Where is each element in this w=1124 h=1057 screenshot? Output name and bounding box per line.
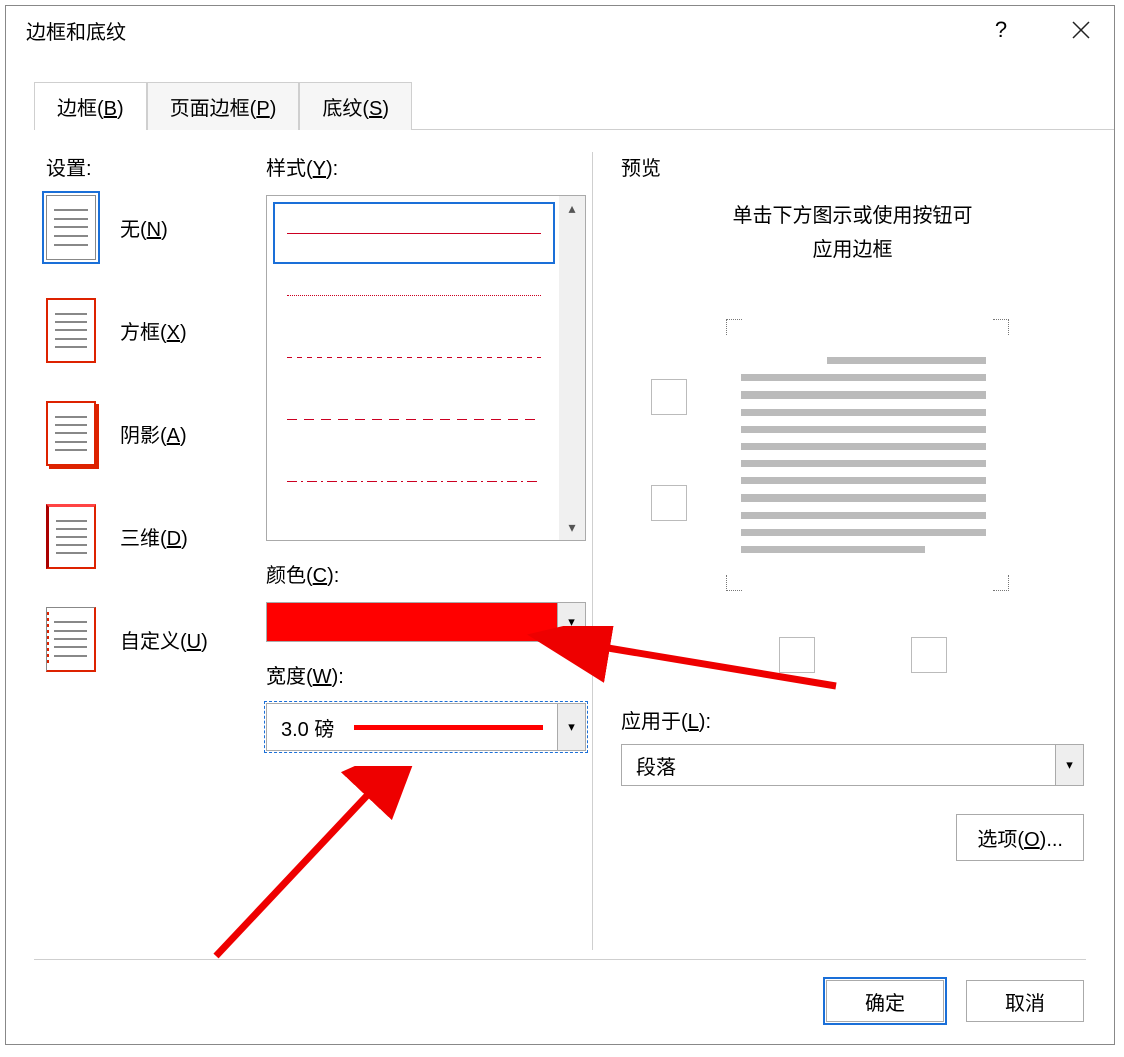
preview-paragraph (741, 335, 986, 575)
style-listbox[interactable]: ▴ ▾ (266, 195, 586, 541)
ok-button[interactable]: 确定 (826, 980, 944, 1022)
chevron-down-icon: ▾ (1055, 745, 1083, 785)
preview-label: 预览 (621, 152, 1084, 181)
scroll-up-icon: ▴ (568, 200, 575, 217)
setting-shadow-icon[interactable] (46, 401, 96, 466)
close-icon (1071, 20, 1091, 40)
tab-bar: 边框(B) 页面边框(P) 底纹(S) (34, 82, 1114, 130)
borders-shading-dialog: 边框和底纹 ? 边框(B) 页面边框(P) 底纹(S) 设置: 无(N) (5, 5, 1115, 1045)
style-dash-dot[interactable] (273, 450, 555, 512)
width-preview-line (354, 725, 543, 730)
setting-none-label: 无(N) (120, 213, 168, 242)
style-scrollbar[interactable]: ▴ ▾ (559, 196, 585, 540)
chevron-down-icon: ▾ (558, 703, 586, 751)
color-label: 颜色(C): (266, 559, 586, 588)
corner-marker-icon (993, 575, 1009, 591)
style-dash-medium[interactable] (273, 388, 555, 450)
setting-none-icon[interactable] (46, 195, 96, 260)
apply-to-dropdown[interactable]: 段落 ▾ (621, 744, 1084, 786)
border-top-button[interactable] (651, 379, 687, 415)
style-solid[interactable] (273, 202, 555, 264)
apply-to-label: 应用于(L): (621, 705, 1084, 734)
corner-marker-icon (726, 319, 742, 335)
setting-shadow-label: 阴影(A) (120, 419, 187, 448)
setting-box-icon[interactable] (46, 298, 96, 363)
titlebar: 边框和底纹 ? (6, 6, 1114, 54)
setting-custom-label: 自定义(U) (120, 625, 208, 654)
style-dotted[interactable] (273, 264, 555, 326)
corner-marker-icon (993, 319, 1009, 335)
color-swatch (267, 603, 557, 641)
divider (34, 959, 1086, 960)
close-button[interactable] (1058, 10, 1104, 50)
border-left-button[interactable] (779, 637, 815, 673)
border-bottom-button[interactable] (651, 485, 687, 521)
setting-box-label: 方框(X) (120, 316, 187, 345)
settings-label: 设置: (46, 152, 266, 181)
tab-border[interactable]: 边框(B) (34, 82, 147, 130)
cancel-button[interactable]: 取消 (966, 980, 1084, 1022)
width-dropdown[interactable]: 3.0 磅 ▾ (266, 703, 586, 751)
scroll-down-icon: ▾ (568, 519, 575, 536)
border-right-button[interactable] (911, 637, 947, 673)
dialog-title: 边框和底纹 (26, 16, 126, 45)
setting-3d-label: 三维(D) (120, 522, 188, 551)
style-label: 样式(Y): (266, 152, 586, 181)
help-button[interactable]: ? (978, 10, 1024, 50)
preview-hint: 单击下方图示或使用按钮可应用边框 (621, 199, 1084, 267)
options-button[interactable]: 选项(O)... (956, 814, 1084, 861)
style-dash-small[interactable] (273, 326, 555, 388)
tab-shading[interactable]: 底纹(S) (299, 82, 412, 130)
corner-marker-icon (726, 575, 742, 591)
apply-to-value: 段落 (622, 751, 1055, 780)
preview-area[interactable] (621, 317, 1084, 677)
setting-custom-icon[interactable] (46, 607, 96, 672)
width-value: 3.0 磅 (281, 713, 334, 742)
width-label: 宽度(W): (266, 660, 586, 689)
chevron-down-icon: ▾ (557, 603, 585, 641)
color-dropdown[interactable]: ▾ (266, 602, 586, 642)
tab-page-border[interactable]: 页面边框(P) (147, 82, 300, 130)
setting-3d-icon[interactable] (46, 504, 96, 569)
